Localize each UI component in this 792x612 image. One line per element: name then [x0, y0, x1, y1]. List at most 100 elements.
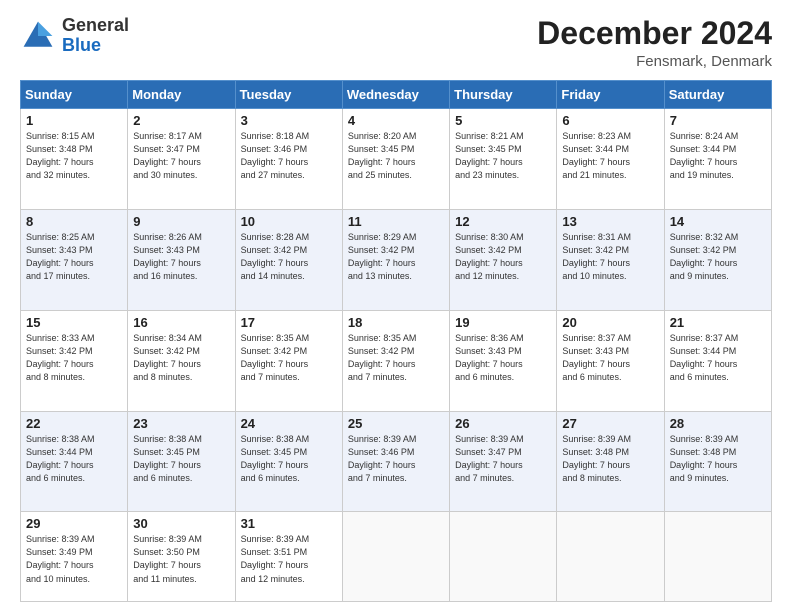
page: General Blue December 2024 Fensmark, Den… [0, 0, 792, 612]
day-number: 11 [348, 214, 444, 229]
day-number: 18 [348, 315, 444, 330]
day-number: 5 [455, 113, 551, 128]
day-info: Sunrise: 8:38 AM Sunset: 3:44 PM Dayligh… [26, 433, 122, 485]
day-info: Sunrise: 8:25 AM Sunset: 3:43 PM Dayligh… [26, 231, 122, 283]
table-cell: 3Sunrise: 8:18 AM Sunset: 3:46 PM Daylig… [235, 109, 342, 210]
location: Fensmark, Denmark [537, 53, 772, 70]
table-cell: 10 Sunrise: 8:28 AM Sunset: 3:42 PM Dayli… [235, 209, 342, 310]
table-cell: 31Sunrise: 8:39 AM Sunset: 3:51 PM Dayli… [235, 512, 342, 602]
table-cell: 26Sunrise: 8:39 AM Sunset: 3:47 PM Dayli… [450, 411, 557, 512]
day-info: Sunrise: 8:15 AM Sunset: 3:48 PM Dayligh… [26, 130, 122, 182]
day-number: 2 [133, 113, 229, 128]
day-info: Sunrise: 8:34 AM Sunset: 3:42 PM Dayligh… [133, 332, 229, 384]
table-cell: 18 Sunrise: 8:35 AM Sunset: 3:42 PM Dayli… [342, 310, 449, 411]
table-cell: 5 Sunrise: 8:21 AM Sunset: 3:45 PM Daylig… [450, 109, 557, 210]
table-cell: 12 Sunrise: 8:30 AM Sunset: 3:42 PM Dayli… [450, 209, 557, 310]
day-info: Sunrise: 8:38 AM Sunset: 3:45 PM Dayligh… [241, 433, 337, 485]
day-number: 25 [348, 416, 444, 431]
day-info: Sunrise: 8:21 AM Sunset: 3:45 PM Dayligh… [455, 130, 551, 182]
day-number: 15 [26, 315, 122, 330]
day-number: 4 [348, 113, 444, 128]
calendar-week-row: 8 Sunrise: 8:25 AM Sunset: 3:43 PM Daylig… [21, 209, 772, 310]
table-cell: 23Sunrise: 8:38 AM Sunset: 3:45 PM Dayli… [128, 411, 235, 512]
table-cell: 7 Sunrise: 8:24 AM Sunset: 3:44 PM Daylig… [664, 109, 771, 210]
table-cell: 19Sunrise: 8:36 AM Sunset: 3:43 PM Dayli… [450, 310, 557, 411]
calendar-week-row: 29 Sunrise: 8:39 AM Sunset: 3:49 PM Dayli… [21, 512, 772, 602]
table-cell [557, 512, 664, 602]
day-info: Sunrise: 8:31 AM Sunset: 3:42 PM Dayligh… [562, 231, 658, 283]
table-cell: 11 Sunrise: 8:29 AM Sunset: 3:42 PM Dayli… [342, 209, 449, 310]
day-info: Sunrise: 8:29 AM Sunset: 3:42 PM Dayligh… [348, 231, 444, 283]
table-cell: 22Sunrise: 8:38 AM Sunset: 3:44 PM Dayli… [21, 411, 128, 512]
day-info: Sunrise: 8:26 AM Sunset: 3:43 PM Dayligh… [133, 231, 229, 283]
day-number: 7 [670, 113, 766, 128]
day-info: Sunrise: 8:30 AM Sunset: 3:42 PM Dayligh… [455, 231, 551, 283]
calendar-week-row: 1Sunrise: 8:15 AM Sunset: 3:48 PM Daylig… [21, 109, 772, 210]
day-number: 23 [133, 416, 229, 431]
table-cell [664, 512, 771, 602]
logo-icon [20, 18, 56, 54]
day-info: Sunrise: 8:37 AM Sunset: 3:44 PM Dayligh… [670, 332, 766, 384]
col-monday: Monday [128, 81, 235, 109]
day-number: 21 [670, 315, 766, 330]
month-title: December 2024 [537, 16, 772, 51]
table-cell: 13 Sunrise: 8:31 AM Sunset: 3:42 PM Dayli… [557, 209, 664, 310]
table-cell: 20 Sunrise: 8:37 AM Sunset: 3:43 PM Dayli… [557, 310, 664, 411]
col-thursday: Thursday [450, 81, 557, 109]
day-info: Sunrise: 8:37 AM Sunset: 3:43 PM Dayligh… [562, 332, 658, 384]
day-info: Sunrise: 8:28 AM Sunset: 3:42 PM Dayligh… [241, 231, 337, 283]
day-info: Sunrise: 8:39 AM Sunset: 3:47 PM Dayligh… [455, 433, 551, 485]
col-wednesday: Wednesday [342, 81, 449, 109]
day-info: Sunrise: 8:24 AM Sunset: 3:44 PM Dayligh… [670, 130, 766, 182]
day-info: Sunrise: 8:39 AM Sunset: 3:50 PM Dayligh… [133, 533, 229, 585]
day-number: 28 [670, 416, 766, 431]
logo: General Blue [20, 16, 129, 56]
day-number: 10 [241, 214, 337, 229]
table-cell: 15 Sunrise: 8:33 AM Sunset: 3:42 PM Dayli… [21, 310, 128, 411]
table-cell: 14 Sunrise: 8:32 AM Sunset: 3:42 PM Dayli… [664, 209, 771, 310]
day-info: Sunrise: 8:32 AM Sunset: 3:42 PM Dayligh… [670, 231, 766, 283]
day-info: Sunrise: 8:39 AM Sunset: 3:48 PM Dayligh… [670, 433, 766, 485]
table-cell: 29 Sunrise: 8:39 AM Sunset: 3:49 PM Dayli… [21, 512, 128, 602]
day-info: Sunrise: 8:35 AM Sunset: 3:42 PM Dayligh… [348, 332, 444, 384]
col-tuesday: Tuesday [235, 81, 342, 109]
table-cell: 21 Sunrise: 8:37 AM Sunset: 3:44 PM Dayli… [664, 310, 771, 411]
header: General Blue December 2024 Fensmark, Den… [20, 16, 772, 70]
table-cell: 8 Sunrise: 8:25 AM Sunset: 3:43 PM Daylig… [21, 209, 128, 310]
day-info: Sunrise: 8:23 AM Sunset: 3:44 PM Dayligh… [562, 130, 658, 182]
table-cell: 6 Sunrise: 8:23 AM Sunset: 3:44 PM Daylig… [557, 109, 664, 210]
col-saturday: Saturday [664, 81, 771, 109]
calendar-week-row: 22Sunrise: 8:38 AM Sunset: 3:44 PM Dayli… [21, 411, 772, 512]
day-number: 3 [241, 113, 337, 128]
day-info: Sunrise: 8:35 AM Sunset: 3:42 PM Dayligh… [241, 332, 337, 384]
day-number: 14 [670, 214, 766, 229]
table-cell: 9Sunrise: 8:26 AM Sunset: 3:43 PM Daylig… [128, 209, 235, 310]
day-number: 17 [241, 315, 337, 330]
calendar-table: Sunday Monday Tuesday Wednesday Thursday… [20, 80, 772, 602]
table-cell: 25 Sunrise: 8:39 AM Sunset: 3:46 PM Dayli… [342, 411, 449, 512]
table-cell: 4 Sunrise: 8:20 AM Sunset: 3:45 PM Daylig… [342, 109, 449, 210]
day-info: Sunrise: 8:39 AM Sunset: 3:46 PM Dayligh… [348, 433, 444, 485]
day-number: 27 [562, 416, 658, 431]
day-info: Sunrise: 8:33 AM Sunset: 3:42 PM Dayligh… [26, 332, 122, 384]
day-number: 19 [455, 315, 551, 330]
day-info: Sunrise: 8:39 AM Sunset: 3:49 PM Dayligh… [26, 533, 122, 585]
table-cell [342, 512, 449, 602]
table-cell: 17 Sunrise: 8:35 AM Sunset: 3:42 PM Dayli… [235, 310, 342, 411]
day-info: Sunrise: 8:20 AM Sunset: 3:45 PM Dayligh… [348, 130, 444, 182]
day-number: 13 [562, 214, 658, 229]
table-cell: 30 Sunrise: 8:39 AM Sunset: 3:50 PM Dayli… [128, 512, 235, 602]
day-number: 8 [26, 214, 122, 229]
day-number: 30 [133, 516, 229, 531]
title-block: December 2024 Fensmark, Denmark [537, 16, 772, 70]
table-cell: 2Sunrise: 8:17 AM Sunset: 3:47 PM Daylig… [128, 109, 235, 210]
day-number: 29 [26, 516, 122, 531]
day-number: 20 [562, 315, 658, 330]
day-number: 16 [133, 315, 229, 330]
day-number: 12 [455, 214, 551, 229]
logo-text: General Blue [62, 16, 129, 56]
table-cell: 24Sunrise: 8:38 AM Sunset: 3:45 PM Dayli… [235, 411, 342, 512]
table-cell: 28 Sunrise: 8:39 AM Sunset: 3:48 PM Dayli… [664, 411, 771, 512]
day-number: 6 [562, 113, 658, 128]
table-cell [450, 512, 557, 602]
